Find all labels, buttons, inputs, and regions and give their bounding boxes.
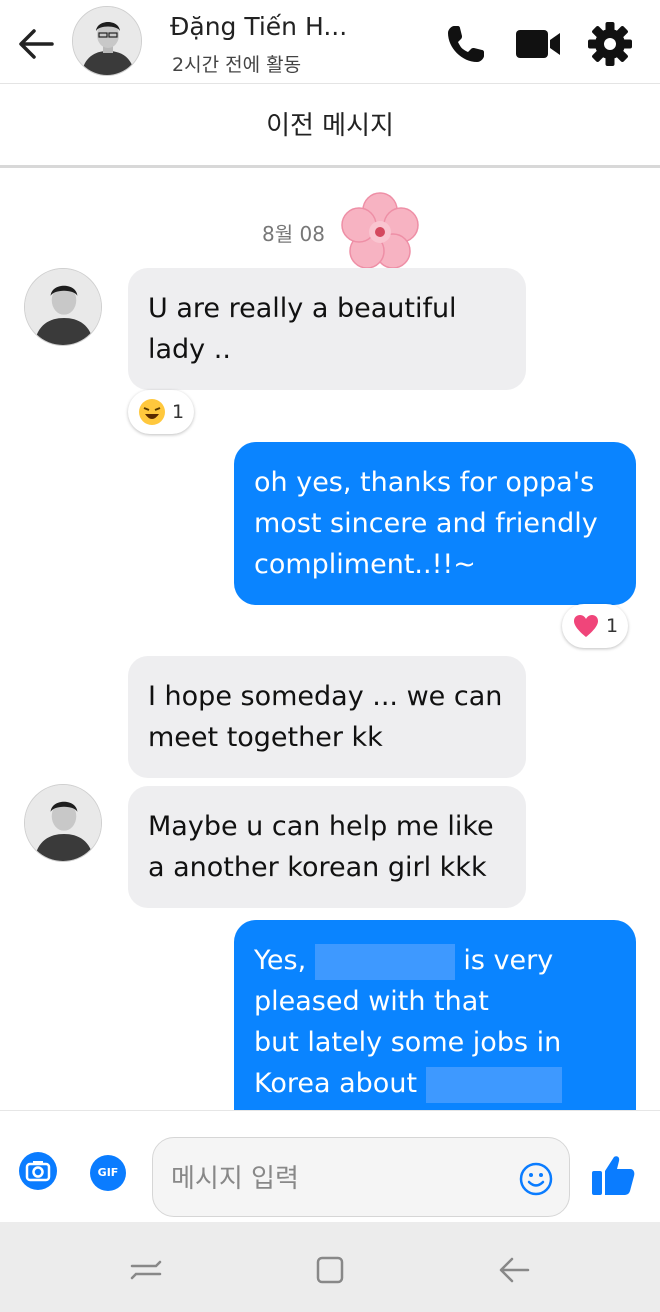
load-earlier-messages[interactable]: 이전 메시지 (0, 84, 660, 168)
redacted-text (314, 943, 455, 980)
video-icon[interactable] (514, 20, 562, 68)
cherry-blossom-sticker (341, 192, 419, 269)
phone-icon[interactable] (442, 20, 490, 68)
message-text-line: meet together kk (148, 722, 383, 753)
message-text-line: oh yes, thanks for oppa's (254, 467, 595, 498)
chat-header: Đặng Tiến H... 2시간 전에 활동 (0, 0, 660, 84)
back-arrow-icon[interactable] (14, 22, 58, 66)
outgoing-message[interactable]: oh yes, thanks for oppa's most sincere a… (234, 442, 636, 605)
message-reaction[interactable]: 1 (128, 390, 195, 434)
system-navigation-bar (0, 1222, 660, 1312)
message-text-line: compliment..!!~ (254, 549, 476, 580)
incoming-message[interactable]: U are really a beautiful lady .. (128, 268, 526, 390)
message-text-line: I hope someday ... we can (148, 681, 503, 712)
emoji-icon[interactable] (519, 1162, 553, 1196)
message-text-line: lady .. (148, 334, 231, 365)
home-icon[interactable] (310, 1250, 350, 1290)
message-reaction[interactable]: 1 (562, 604, 629, 648)
message-text-line: Yes, (254, 945, 307, 976)
back-nav-icon[interactable] (494, 1250, 534, 1290)
message-text-line: but lately some jobs in (254, 1027, 562, 1058)
sender-avatar[interactable] (24, 268, 102, 346)
gif-icon[interactable]: GIF (90, 1155, 126, 1191)
message-text-line: Korea about (254, 1068, 418, 1099)
thumbs-up-icon[interactable] (590, 1153, 636, 1197)
message-input[interactable]: 메시지 입력 (152, 1137, 570, 1217)
message-input-placeholder: 메시지 입력 (171, 1164, 299, 1194)
message-text-line: most sincere and friendly (254, 508, 598, 539)
outgoing-message[interactable]: Yes, is very pleased with that but latel… (234, 920, 636, 1110)
message-text-line: Maybe u can help me like (148, 811, 494, 842)
incoming-message[interactable]: I hope someday ... we can meet together … (128, 656, 526, 778)
message-text-line: is very (463, 945, 554, 976)
contact-name[interactable]: Đặng Tiến H... (170, 12, 347, 41)
gear-icon[interactable] (586, 20, 634, 68)
contact-avatar[interactable] (72, 6, 142, 76)
message-text-line: U are really a beautiful (148, 293, 457, 324)
reaction-count: 1 (172, 401, 185, 423)
laughing-face-icon (139, 399, 165, 425)
sender-avatar[interactable] (24, 784, 102, 862)
message-composer: GIF 메시지 입력 (0, 1110, 660, 1222)
redacted-text (425, 1066, 562, 1103)
camera-icon[interactable] (18, 1151, 58, 1191)
message-text-line: a another korean girl kkk (148, 852, 487, 883)
date-separator: 8월 08 (262, 222, 325, 246)
heart-icon (574, 615, 598, 637)
message-list: 8월 08 U are really a beautiful lady .. 1… (0, 168, 660, 1110)
incoming-message[interactable]: Maybe u can help me like a another korea… (128, 786, 526, 908)
reaction-count: 1 (606, 615, 619, 637)
recent-apps-icon[interactable] (126, 1250, 166, 1290)
contact-status: 2시간 전에 활동 (172, 54, 302, 76)
message-text-line: pleased with that (254, 986, 489, 1017)
